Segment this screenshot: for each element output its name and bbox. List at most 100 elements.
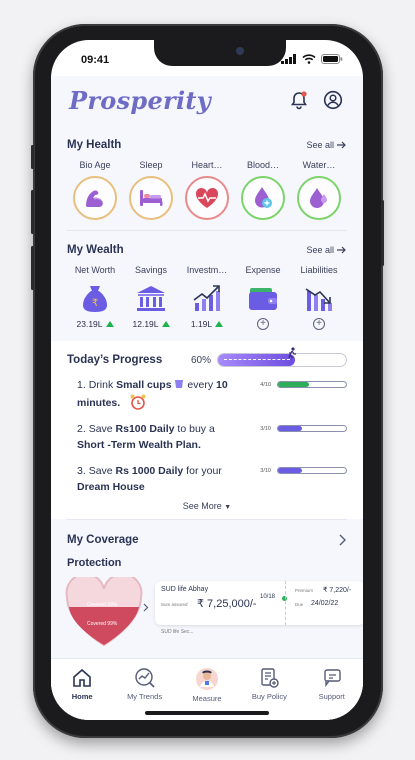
coverage-title: My Coverage xyxy=(67,533,139,546)
task-text-part: Save xyxy=(88,423,116,435)
health-section: My Health See all Bio Age Sleep Heart… B… xyxy=(51,134,363,231)
policy-card[interactable]: SUD life Abhay Sum assured ₹ 7,25,000/- … xyxy=(155,581,363,625)
tab-home[interactable]: Home xyxy=(52,667,112,720)
wealth-item-savings[interactable]: Savings 12.19L xyxy=(123,265,179,331)
coverage-section: My Coverage Protection Covered 38% Cover… xyxy=(51,519,363,647)
task-progress-bar xyxy=(277,467,347,474)
health-items: Bio Age Sleep Heart… Blood… Water… xyxy=(67,160,347,220)
task-fraction: 3/10 xyxy=(260,467,271,474)
water-drop-icon xyxy=(310,188,327,208)
premium-value: ₹ 7,220/- xyxy=(323,587,352,594)
see-more-label: See More xyxy=(182,501,222,511)
doctor-avatar-icon xyxy=(195,668,218,690)
wealth-item-label: Investm… xyxy=(186,265,228,275)
sum-assured-value: ₹ 7,25,000/- xyxy=(197,598,257,610)
task-item[interactable]: 1. Drink Small cups every 10 minutes. 4/… xyxy=(67,377,347,411)
health-title: My Health xyxy=(67,139,122,151)
volume-down-button xyxy=(31,246,34,290)
app-screen: 09:41 Prosperity My Health See all Bio A… xyxy=(51,40,363,720)
task-item[interactable]: 3. Save Rs 1000 Daily for your Dream Hou… xyxy=(67,463,347,495)
health-see-all-link[interactable]: See all xyxy=(306,140,347,150)
task-text-bold: Rs100 Daily xyxy=(115,423,175,435)
profile-icon[interactable] xyxy=(323,90,343,110)
cup-icon xyxy=(175,380,184,388)
health-ring xyxy=(241,176,285,220)
divider xyxy=(285,581,286,625)
progress-dash xyxy=(224,359,290,360)
tab-label: Home xyxy=(71,692,93,701)
wealth-item-investments[interactable]: Investm… 1.19L xyxy=(179,265,235,331)
health-see-all-label: See all xyxy=(306,140,334,150)
task-progress-bar xyxy=(277,425,347,432)
wealth-value: 1.19L xyxy=(190,319,213,329)
wealth-see-all-label: See all xyxy=(306,245,334,255)
chevron-right-icon[interactable] xyxy=(339,534,347,546)
overall-progress-fill xyxy=(218,354,295,366)
task-text: 2. Save Rs100 Daily to buy a Short -Term… xyxy=(67,421,235,453)
progress-percent: 60% xyxy=(190,354,211,366)
task-text-part: to buy a xyxy=(174,423,215,435)
tab-support[interactable]: Support xyxy=(302,667,362,720)
health-item-heart[interactable]: Heart… xyxy=(179,160,235,220)
status-time: 09:41 xyxy=(81,54,110,66)
wallet-icon xyxy=(249,288,277,310)
health-item-blood[interactable]: Blood… xyxy=(235,160,291,220)
task-number: 1. xyxy=(77,379,86,391)
task-item[interactable]: 2. Save Rs100 Daily to buy a Short -Term… xyxy=(67,421,347,453)
camera xyxy=(236,47,244,55)
home-indicator xyxy=(145,711,269,715)
add-liability-button[interactable]: + xyxy=(313,318,325,330)
due-label: Due xyxy=(295,602,304,607)
task-text-part: Drink xyxy=(88,379,117,391)
wifi-icon xyxy=(302,54,316,64)
mute-switch xyxy=(31,145,34,169)
due-date: 24/02/22 xyxy=(311,600,339,607)
tab-label: Buy Policy xyxy=(251,692,287,701)
coverage-heart-graphic xyxy=(65,577,143,647)
policy-name: SUD life Abhay xyxy=(161,586,209,593)
premium-label: Premium xyxy=(295,588,314,593)
runner-icon xyxy=(288,347,296,359)
wealth-item-liabilities[interactable]: Liabilities + xyxy=(291,265,347,331)
volume-up-button xyxy=(31,190,34,234)
add-expense-button[interactable]: + xyxy=(257,318,269,330)
bank-icon xyxy=(137,286,165,311)
heart-pulse-icon xyxy=(195,187,219,208)
task-text-part: Save xyxy=(88,465,116,477)
wealth-item-label: Expense xyxy=(245,265,281,275)
task-text-bold: Short -Term Wealth Plan. xyxy=(77,439,201,451)
task-text-bold: Rs 1000 Daily xyxy=(115,465,184,477)
heart-covered-label: Covered 38% xyxy=(87,602,118,608)
wealth-item-expense[interactable]: Expense + xyxy=(235,265,291,331)
task-text-bold: Small cups xyxy=(116,379,172,391)
health-item-label: Bio Age xyxy=(79,160,111,170)
see-more-button[interactable]: See More ▼ xyxy=(67,501,347,511)
bell-icon[interactable] xyxy=(289,90,309,110)
chevron-right-icon[interactable] xyxy=(143,603,149,612)
progress-title: Today’s Progress xyxy=(67,354,163,366)
bottom-tab-bar: Home My Trends Measure Buy Policy Suppor… xyxy=(51,658,363,720)
arrow-right-icon xyxy=(337,141,346,149)
protection-title: Protection xyxy=(67,557,122,569)
wealth-value: 12.19L xyxy=(132,319,159,329)
task-fraction: 3/10 xyxy=(260,425,271,432)
task-progress-fill xyxy=(278,382,309,387)
progress-card: Today’s Progress 60% 1. Drink Small cups… xyxy=(51,341,363,519)
health-item-bio-age[interactable]: Bio Age xyxy=(67,160,123,220)
health-item-water[interactable]: Water… xyxy=(291,160,347,220)
wealth-item-net-worth[interactable]: Net Worth ₹ 23.19L xyxy=(67,265,123,331)
health-ring xyxy=(297,176,341,220)
health-ring xyxy=(185,176,229,220)
wealth-items: Net Worth ₹ 23.19L Savings 12.19L Invest… xyxy=(67,265,347,331)
trend-up-icon xyxy=(161,321,170,327)
tab-label: Support xyxy=(318,692,345,701)
trend-up-icon xyxy=(215,321,224,327)
wealth-item-label: Net Worth xyxy=(74,265,116,275)
health-item-label: Water… xyxy=(302,160,336,170)
health-item-label: Blood… xyxy=(246,160,280,170)
wealth-see-all-link[interactable]: See all xyxy=(306,245,347,255)
health-item-sleep[interactable]: Sleep xyxy=(123,160,179,220)
blood-drop-icon xyxy=(255,187,272,208)
task-progress-bar xyxy=(277,381,347,388)
main-content: Prosperity My Health See all Bio Age Sle… xyxy=(51,76,363,720)
